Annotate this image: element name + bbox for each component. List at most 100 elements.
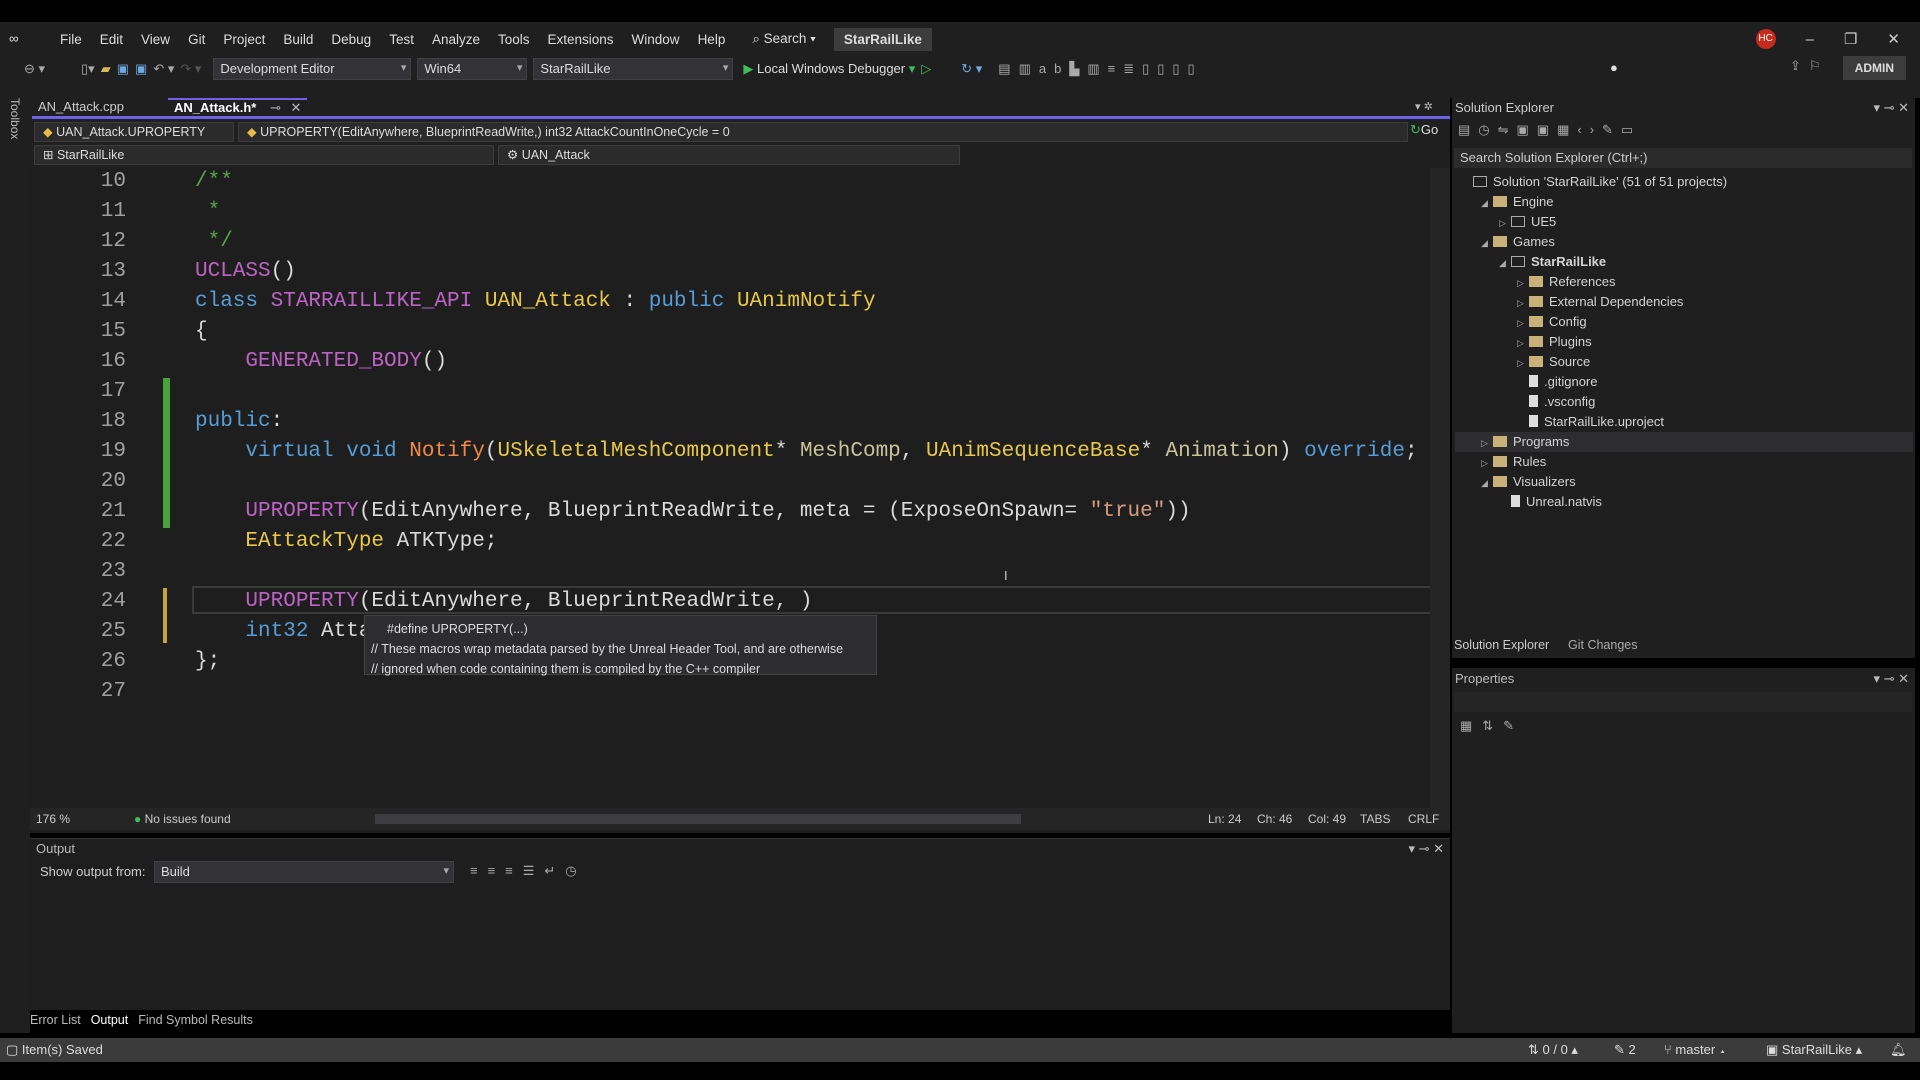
menu-build[interactable]: Build xyxy=(283,32,313,47)
feedback-icon[interactable]: ⇪⚐ xyxy=(1790,58,1829,74)
expand-arrow-icon[interactable]: ◢ xyxy=(1481,473,1493,493)
save-icon[interactable]: ▣ xyxy=(117,61,129,77)
output-source-dropdown[interactable]: Build xyxy=(154,861,454,883)
tab-close-icon[interactable]: ✕ xyxy=(291,100,302,115)
expand-arrow-icon[interactable]: ◢ xyxy=(1499,253,1511,273)
git-changes-count[interactable]: ⇅ 0 / 0 ▴ xyxy=(1528,1038,1578,1062)
git-branch[interactable]: ⑂ master ▴ xyxy=(1664,1038,1727,1062)
tree-item[interactable]: ◢ Games xyxy=(1455,232,1913,252)
menu-debug[interactable]: Debug xyxy=(331,32,371,47)
line-ending[interactable]: CRLF xyxy=(1408,808,1439,830)
tab-output[interactable]: Output xyxy=(91,1010,129,1030)
undo-icon[interactable]: ↶ ▾ xyxy=(153,61,174,77)
code-line[interactable]: UCLASS() xyxy=(195,260,296,283)
solution-explorer-toolbar[interactable]: ▤◷⇋▣▣▦‹›✎▭ xyxy=(1458,122,1641,138)
tab-an-attack-cpp[interactable]: AN_Attack.cpp xyxy=(32,98,130,116)
tree-item[interactable]: ▷ UE5 xyxy=(1455,212,1913,232)
tree-item[interactable]: .vsconfig xyxy=(1455,392,1913,412)
toolbox-strip[interactable]: Toolbox xyxy=(0,98,30,1033)
expand-arrow-icon[interactable]: ▷ xyxy=(1517,273,1529,293)
live-share-icon[interactable]: ● xyxy=(1610,60,1618,75)
expand-arrow-icon[interactable]: ▷ xyxy=(1481,433,1493,453)
menu-analyze[interactable]: Analyze xyxy=(432,32,480,47)
code-editor[interactable]: 10/** 11 * 12 */13 UCLASS() 14 class STARRAIL… xyxy=(30,168,1450,808)
go-button[interactable]: ↻Go xyxy=(1410,122,1438,138)
start-without-debugging-icon[interactable]: ▷ xyxy=(921,61,931,77)
tree-item[interactable]: .gitignore xyxy=(1455,372,1913,392)
tree-item[interactable]: ◢ Visualizers xyxy=(1455,472,1913,492)
code-line[interactable]: UPROPERTY(EditAnywhere, BlueprintReadWri… xyxy=(195,590,812,613)
menu-tools[interactable]: Tools xyxy=(498,32,530,47)
expand-arrow-icon[interactable]: ◢ xyxy=(1481,193,1493,213)
user-avatar[interactable]: HC xyxy=(1755,29,1776,49)
scope-dropdown[interactable]: ◆ UAN_Attack.UPROPERTY xyxy=(34,122,234,142)
tree-item[interactable]: ▷ Plugins xyxy=(1455,332,1913,352)
tree-item[interactable]: Solution 'StarRailLike' (51 of 51 projec… xyxy=(1455,172,1913,192)
startup-project-dropdown[interactable]: StarRailLike xyxy=(533,58,734,80)
horizontal-scrollbar[interactable] xyxy=(375,814,1021,824)
tree-item[interactable]: ▷ Config xyxy=(1455,312,1913,332)
tab-solution-explorer[interactable]: Solution Explorer xyxy=(1454,638,1549,652)
search-button[interactable]: ⌕ Search ▾ xyxy=(752,31,816,47)
refresh-icon[interactable]: ↻ ▾ xyxy=(961,61,982,77)
close-button[interactable]: ✕ xyxy=(1887,30,1900,48)
expand-arrow-icon[interactable]: ▷ xyxy=(1517,293,1529,313)
platform-dropdown[interactable]: Win64 xyxy=(417,58,528,80)
expand-arrow-icon[interactable]: ▷ xyxy=(1517,333,1529,353)
code-line[interactable]: */ xyxy=(195,230,233,253)
tab-find-symbol-results[interactable]: Find Symbol Results xyxy=(138,1010,253,1030)
menu-window[interactable]: Window xyxy=(632,32,680,47)
tree-item[interactable]: ▷ External Dependencies xyxy=(1455,292,1913,312)
menu-test[interactable]: Test xyxy=(389,32,414,47)
indent-mode[interactable]: TABS xyxy=(1360,808,1390,830)
vertical-scrollbar[interactable] xyxy=(1430,168,1450,808)
properties-controls[interactable]: ▾ ⊸ ✕ xyxy=(1873,671,1909,687)
expand-arrow-icon[interactable]: ▷ xyxy=(1517,313,1529,333)
solution-search-input[interactable]: Search Solution Explorer (Ctrl+;) xyxy=(1454,148,1912,168)
admin-badge[interactable]: ADMIN xyxy=(1842,56,1906,80)
output-toolbar-icons[interactable]: ≡≡≡☰↵◷ xyxy=(470,863,587,879)
redo-icon[interactable]: ↷ ▾ xyxy=(180,61,201,77)
issues-status[interactable]: ● No issues found xyxy=(134,808,231,830)
menu-project[interactable]: Project xyxy=(223,32,265,47)
code-line[interactable]: { xyxy=(195,320,208,343)
menu-file[interactable]: File xyxy=(60,32,82,47)
restore-button[interactable]: ❐ xyxy=(1844,30,1857,48)
class-dropdown[interactable]: ⚙ UAN_Attack xyxy=(498,145,960,165)
expand-arrow-icon[interactable]: ▷ xyxy=(1499,213,1511,233)
menu-extensions[interactable]: Extensions xyxy=(548,32,614,47)
tab-settings-icon[interactable]: ▾ ✲ xyxy=(1415,100,1433,113)
member-dropdown[interactable]: ◆ UPROPERTY(EditAnywhere, BlueprintReadW… xyxy=(238,122,1408,142)
tree-item[interactable]: ▷ References xyxy=(1455,272,1913,292)
code-line[interactable]: class STARRAILLIKE_API UAN_Attack : publ… xyxy=(195,290,876,313)
tree-item[interactable]: ▷ Source xyxy=(1455,352,1913,372)
toolbox-label[interactable]: Toolbox xyxy=(8,98,22,139)
expand-arrow-icon[interactable]: ◢ xyxy=(1481,233,1493,253)
tree-item[interactable]: ◢ StarRailLike xyxy=(1455,252,1913,272)
code-line[interactable]: EAttackType ATKType; xyxy=(195,530,497,553)
code-line[interactable]: GENERATED_BODY() xyxy=(195,350,447,373)
tab-git-changes[interactable]: Git Changes xyxy=(1568,638,1637,652)
zoom-level[interactable]: 176 % xyxy=(36,808,70,830)
start-debugging-button[interactable]: ▶ Local Windows Debugger ▾ xyxy=(743,61,915,77)
project-dropdown[interactable]: ⊞ StarRailLike xyxy=(34,145,494,165)
properties-toolbar-icons[interactable]: ▦⇅✎ xyxy=(1460,718,1524,734)
expand-arrow-icon[interactable]: ▷ xyxy=(1481,453,1493,473)
pending-edits[interactable]: ✎ 2 xyxy=(1614,1038,1636,1062)
minimize-button[interactable]: – xyxy=(1806,31,1814,48)
configuration-dropdown[interactable]: Development Editor xyxy=(213,58,412,80)
menu-view[interactable]: View xyxy=(141,32,170,47)
back-icon[interactable]: ⊖ ▾ xyxy=(24,61,45,77)
new-project-icon[interactable]: ▯▾ xyxy=(81,61,95,77)
git-repo[interactable]: ▣ StarRailLike ▴ xyxy=(1766,1038,1862,1062)
open-icon[interactable]: ▰ xyxy=(101,61,111,77)
code-line[interactable]: * xyxy=(195,200,221,223)
menu-edit[interactable]: Edit xyxy=(100,32,123,47)
tab-error-list[interactable]: Error List xyxy=(30,1010,81,1030)
properties-object-dropdown[interactable] xyxy=(1454,692,1912,712)
output-panel-controls[interactable]: ▾ ⊸ ✕ xyxy=(1408,841,1444,857)
code-line[interactable]: /** xyxy=(195,170,233,193)
notifications-icon[interactable]: 🔔︎ xyxy=(1890,1038,1907,1062)
tree-item[interactable]: StarRailLike.uproject xyxy=(1455,412,1913,432)
menu-help[interactable]: Help xyxy=(698,32,726,47)
